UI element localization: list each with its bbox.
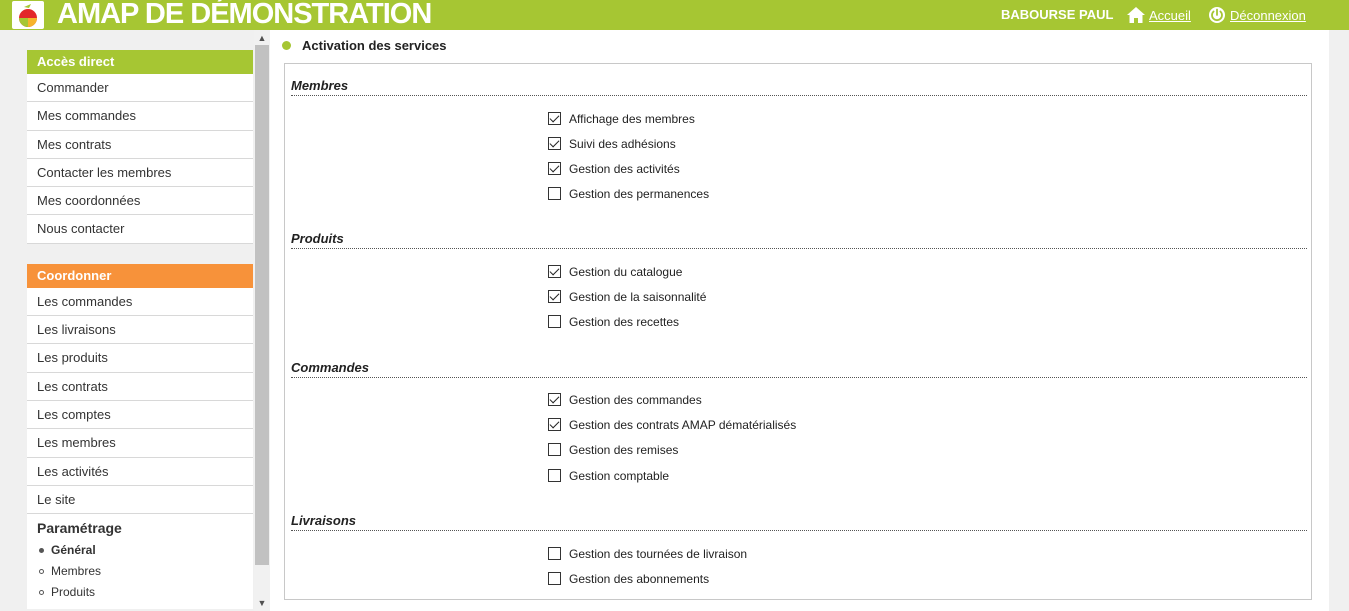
settings-item-membres[interactable]: Membres: [37, 563, 243, 584]
direct-access-header: Accès direct: [27, 50, 253, 74]
service-label[interactable]: Gestion des permanences: [569, 187, 709, 201]
sidebar-item-les-membres[interactable]: Les membres: [27, 429, 253, 458]
sidebar-item-le-site[interactable]: Le site: [27, 485, 253, 515]
bullet-icon: [39, 548, 44, 554]
service-checkbox[interactable]: [548, 469, 561, 482]
scroll-thumb[interactable]: [255, 45, 269, 565]
service-label[interactable]: Gestion des contrats AMAP dématérialisés: [569, 418, 796, 432]
service-gestion-comptable[interactable]: Gestion comptable: [548, 467, 669, 484]
sidebar-item-les-produits[interactable]: Les produits: [27, 344, 253, 373]
service-affichage-membres[interactable]: Affichage des membres: [548, 110, 695, 127]
service-checkbox[interactable]: [548, 572, 561, 585]
app-title: AMAP DE DÉMONSTRATION: [57, 0, 432, 30]
service-checkbox[interactable]: [548, 393, 561, 406]
sidebar-item-les-livraisons[interactable]: Les livraisons: [27, 316, 253, 345]
service-label[interactable]: Gestion des abonnements: [569, 572, 709, 586]
service-checkbox[interactable]: [548, 265, 561, 278]
settings-item-label[interactable]: Produits: [51, 584, 95, 601]
service-label[interactable]: Gestion comptable: [569, 469, 669, 483]
sidebar-item-nous-contacter[interactable]: Nous contacter: [27, 215, 253, 244]
service-gestion-catalogue[interactable]: Gestion du catalogue: [548, 263, 682, 280]
sidebar-item-les-comptes[interactable]: Les comptes: [27, 400, 253, 430]
service-label[interactable]: Gestion des commandes: [569, 393, 702, 407]
settings-section: Paramétrage Général Membres Produits: [27, 514, 253, 610]
bullet-icon: [39, 569, 44, 575]
power-icon: [1207, 6, 1227, 24]
title-bullet-icon: [282, 41, 291, 50]
service-checkbox[interactable]: [548, 162, 561, 175]
services-box: Membres Affichage des membres Suivi des …: [284, 63, 1312, 600]
service-label[interactable]: Suivi des adhésions: [569, 137, 676, 151]
home-link-label[interactable]: Accueil: [1149, 8, 1191, 23]
amap-logo[interactable]: [12, 1, 44, 29]
service-label[interactable]: Gestion du catalogue: [569, 265, 682, 279]
service-suivi-adhesions[interactable]: Suivi des adhésions: [548, 135, 676, 152]
main-panel: Activation des services Membres Affichag…: [270, 30, 1329, 611]
service-checkbox[interactable]: [548, 418, 561, 431]
logout-link-label[interactable]: Déconnexion: [1230, 8, 1306, 23]
home-icon: [1126, 6, 1146, 24]
sidebar-item-mes-coordonnees[interactable]: Mes coordonnées: [27, 187, 253, 216]
service-checkbox[interactable]: [548, 547, 561, 560]
sidebar-item-contacter-membres[interactable]: Contacter les membres: [27, 158, 253, 188]
service-checkbox[interactable]: [548, 137, 561, 150]
service-gestion-commandes[interactable]: Gestion des commandes: [548, 391, 702, 408]
service-checkbox[interactable]: [548, 187, 561, 200]
service-label[interactable]: Affichage des membres: [569, 112, 695, 126]
service-label[interactable]: Gestion des recettes: [569, 315, 679, 329]
sidebar-item-commander[interactable]: Commander: [27, 74, 253, 103]
service-gestion-recettes[interactable]: Gestion des recettes: [548, 313, 679, 330]
group-title-commandes: Commandes: [291, 360, 1307, 378]
service-gestion-saisonnalite[interactable]: Gestion de la saisonnalité: [548, 288, 706, 305]
bullet-icon: [39, 590, 44, 596]
service-checkbox[interactable]: [548, 290, 561, 303]
service-checkbox[interactable]: [548, 112, 561, 125]
sidebar-item-les-contrats[interactable]: Les contrats: [27, 372, 253, 401]
sidebar-scrollbar[interactable]: ▲ ▼: [254, 30, 270, 611]
page-title: Activation des services: [282, 38, 447, 53]
scroll-down-icon[interactable]: ▼: [254, 596, 270, 610]
sidebar-item-mes-contrats[interactable]: Mes contrats: [27, 130, 253, 159]
settings-item-produits[interactable]: Produits: [37, 584, 243, 605]
settings-item-general[interactable]: Général: [37, 542, 243, 563]
home-link[interactable]: Accueil: [1126, 5, 1191, 25]
service-label[interactable]: Gestion de la saisonnalité: [569, 290, 706, 304]
group-title-membres: Membres: [291, 78, 1307, 96]
service-gestion-permanences[interactable]: Gestion des permanences: [548, 185, 709, 202]
settings-item-label[interactable]: Membres: [51, 563, 101, 580]
sidebar: Accès direct Commander Mes commandes Mes…: [27, 50, 253, 610]
service-checkbox[interactable]: [548, 315, 561, 328]
page-title-text: Activation des services: [302, 38, 447, 53]
sidebar-item-les-commandes[interactable]: Les commandes: [27, 287, 253, 317]
service-gestion-activites[interactable]: Gestion des activités: [548, 160, 680, 177]
sidebar-item-mes-commandes[interactable]: Mes commandes: [27, 102, 253, 131]
sidebar-item-les-activites[interactable]: Les activités: [27, 457, 253, 486]
settings-title: Paramétrage: [37, 520, 122, 537]
settings-item-label[interactable]: Général: [51, 542, 96, 559]
user-name: BABOURSE PAUL: [1001, 7, 1114, 22]
service-label[interactable]: Gestion des remises: [569, 443, 678, 457]
scroll-up-icon[interactable]: ▲: [254, 31, 270, 45]
group-title-livraisons: Livraisons: [291, 513, 1307, 531]
logout-link[interactable]: Déconnexion: [1207, 5, 1306, 25]
coordinate-header: Coordonner: [27, 263, 253, 288]
service-gestion-remises[interactable]: Gestion des remises: [548, 441, 678, 458]
service-gestion-abonnements[interactable]: Gestion des abonnements: [548, 570, 709, 587]
service-gestion-contrats-amap[interactable]: Gestion des contrats AMAP dématérialisés: [548, 416, 796, 433]
sidebar-spacer: [27, 243, 253, 264]
service-label[interactable]: Gestion des tournées de livraison: [569, 547, 747, 561]
service-gestion-tournees[interactable]: Gestion des tournées de livraison: [548, 545, 747, 562]
group-title-produits: Produits: [291, 231, 1307, 249]
service-label[interactable]: Gestion des activités: [569, 162, 680, 176]
top-bar: AMAP DE DÉMONSTRATION BABOURSE PAUL Accu…: [0, 0, 1349, 30]
service-checkbox[interactable]: [548, 443, 561, 456]
right-margin: [1329, 30, 1349, 611]
